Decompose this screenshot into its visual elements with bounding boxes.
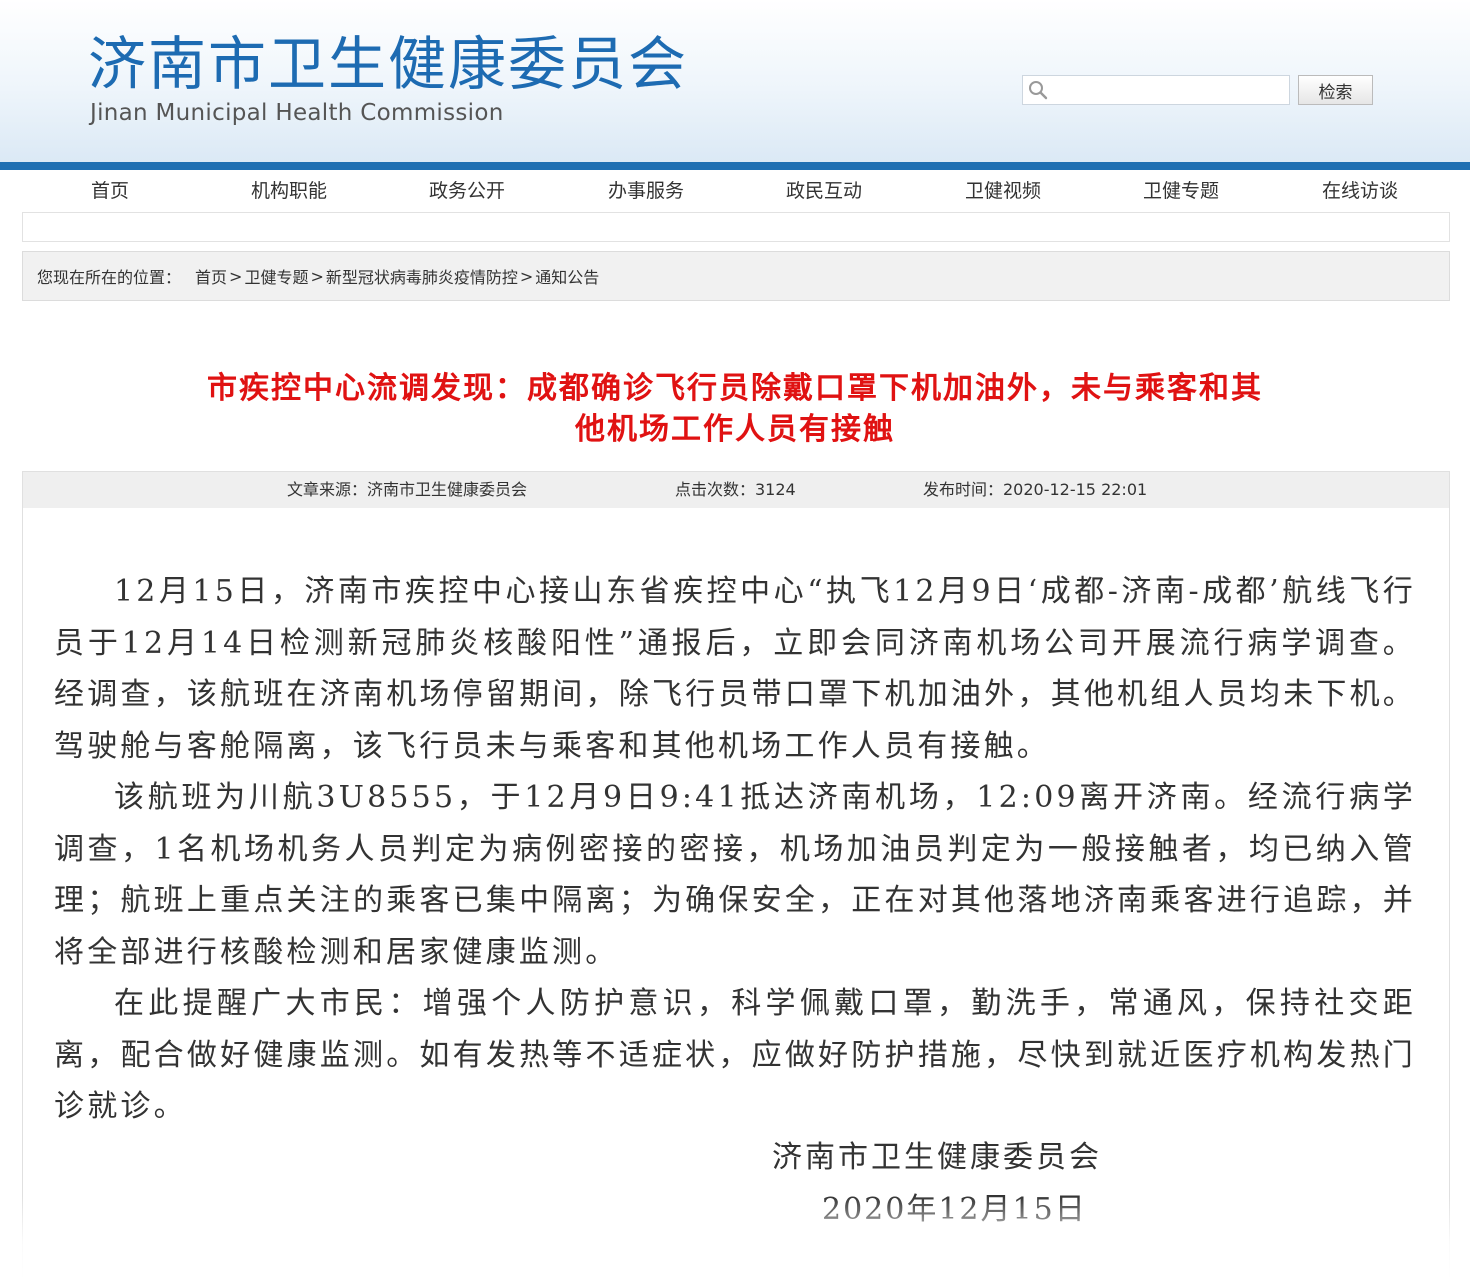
article-paragraph: 该航班为川航3U8555，于12月9日9:41抵达济南机场，12:09离开济南。…: [54, 780, 1416, 970]
breadcrumb-item-notices[interactable]: 通知公告: [535, 264, 599, 288]
article-views: 点击次数：3124: [675, 480, 796, 499]
breadcrumb-separator: >: [229, 266, 243, 286]
nav-item-functions[interactable]: 机构职能: [219, 170, 359, 212]
article-signature: 济南市卫生健康委员会: [772, 1140, 1102, 1175]
breadcrumb-separator: >: [310, 266, 324, 286]
header-divider: [0, 162, 1470, 170]
article-paragraph: 在此提醒广大市民：增强个人防护意识，科学佩戴口罩，勤洗手，常通风，保持社交距离，…: [54, 986, 1416, 1124]
article-title-line: 市疾控中心流调发现：成都确诊飞行员除戴口罩下机加油外，未与乘客和其: [207, 371, 1263, 406]
nav-item-interaction[interactable]: 政民互动: [754, 170, 894, 212]
nav-item-public-affairs[interactable]: 政务公开: [397, 170, 537, 212]
nav-item-home[interactable]: 首页: [40, 170, 180, 212]
breadcrumb-item-home[interactable]: 首页: [195, 264, 227, 288]
search-icon: [1023, 76, 1053, 104]
article-meta-bar: 文章来源：济南市卫生健康委员会 点击次数：3124 发布时间：2020-12-1…: [23, 472, 1449, 508]
article-date: 2020年12月15日: [822, 1192, 1087, 1227]
breadcrumb: 您现在所在的位置： 首页 > 卫健专题 > 新型冠状病毒肺炎疫情防控 > 通知公…: [22, 251, 1450, 301]
site-header: 济南市卫生健康委员会 Jinan Municipal Health Commis…: [0, 0, 1470, 162]
article-source: 文章来源：济南市卫生健康委员会: [287, 480, 528, 499]
article-paragraph: 12月15日，济南市疾控中心接山东省疾控中心“执飞12月9日‘成都-济南-成都’…: [54, 574, 1416, 764]
nav-item-topics[interactable]: 卫健专题: [1111, 170, 1251, 212]
nav-item-services[interactable]: 办事服务: [576, 170, 716, 212]
search-button[interactable]: 检索: [1298, 75, 1373, 105]
main-nav: 首页 机构职能 政务公开 办事服务 政民互动 卫健视频 卫健专题 在线访谈: [22, 170, 1450, 212]
search-input[interactable]: [1053, 77, 1283, 103]
breadcrumb-item-covid[interactable]: 新型冠状病毒肺炎疫情防控: [326, 264, 518, 288]
article-published-time: 发布时间：2020-12-15 22:01: [923, 480, 1148, 499]
article-body: 12月15日，济南市疾控中心接山东省疾控中心“执飞12月9日‘成都-济南-成都’…: [54, 566, 1416, 1133]
breadcrumb-item-topics[interactable]: 卫健专题: [244, 264, 308, 288]
article-title: 市疾控中心流调发现：成都确诊飞行员除戴口罩下机加油外，未与乘客和其 他机场工作人…: [100, 368, 1370, 450]
article-title-line: 他机场工作人员有接触: [575, 412, 895, 447]
search-box[interactable]: [1022, 75, 1290, 105]
nav-item-videos[interactable]: 卫健视频: [933, 170, 1073, 212]
sub-nav-bar: [22, 212, 1450, 242]
site-subtitle: Jinan Municipal Health Commission: [90, 100, 504, 126]
breadcrumb-prefix: 您现在所在的位置：: [37, 268, 182, 287]
breadcrumb-separator: >: [519, 266, 534, 286]
nav-item-interviews[interactable]: 在线访谈: [1290, 170, 1430, 212]
site-title[interactable]: 济南市卫生健康委员会: [88, 30, 688, 98]
